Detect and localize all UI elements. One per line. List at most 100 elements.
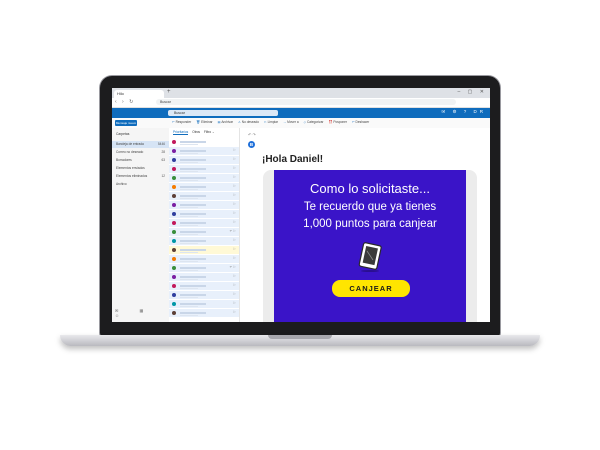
preview-line	[180, 233, 198, 235]
subject-line	[180, 213, 206, 215]
email-greeting: ¡Hola Daniel!	[262, 154, 324, 165]
flag-icon[interactable]: ⚐	[233, 193, 236, 197]
list-item[interactable]: ⚐	[169, 156, 239, 165]
preview-line	[180, 296, 198, 298]
promo-banner: Como lo solicitaste... Te recuerdo que y…	[274, 170, 466, 322]
toolbar-item[interactable]: 🗑 Eliminar	[196, 120, 212, 124]
toolbar-label: Archivar	[221, 120, 234, 124]
list-item[interactable]	[169, 138, 239, 147]
list-item[interactable]: ⚐	[169, 201, 239, 210]
toolbar-label: Limpiar	[267, 120, 279, 124]
window-controls[interactable]: – ▢ ✕	[458, 89, 487, 95]
search-input[interactable]: Buscar	[168, 110, 278, 116]
toolbar-label: No deseado	[241, 120, 259, 124]
list-item[interactable]: ⚐	[169, 255, 239, 264]
nav-icons[interactable]: ‹ › ↻	[115, 99, 135, 105]
flag-icon[interactable]: ⚐	[233, 256, 236, 260]
toolbar-item[interactable]: ◇ Categorizar	[304, 120, 324, 124]
flag-icon[interactable]: ⚐	[233, 184, 236, 188]
laptop-notch	[268, 335, 332, 339]
folders-heading[interactable]: Carpetas	[116, 132, 129, 136]
tab-focused[interactable]: Prioritarios	[173, 130, 189, 135]
flag-icon[interactable]: ⚐	[233, 220, 236, 224]
list-item[interactable]: ⚐	[169, 291, 239, 300]
list-item[interactable]: ⚐	[169, 174, 239, 183]
list-item[interactable]: ⚐	[169, 300, 239, 309]
flag-icon[interactable]: ⚐	[233, 310, 236, 314]
toolbar-item[interactable]: → Mover a	[283, 120, 299, 124]
list-tabs: Prioritarios Otros Filtro ⌄	[173, 130, 215, 135]
list-item[interactable]: ⚐	[169, 192, 239, 201]
list-item[interactable]: ⚐	[169, 273, 239, 282]
redeem-button[interactable]: CANJEAR	[332, 280, 410, 297]
list-item[interactable]: ↶ ⚐	[169, 228, 239, 237]
folder-item[interactable]: Borradores 63	[112, 157, 169, 164]
sender-avatar	[172, 220, 176, 225]
list-item[interactable]: ⚐	[169, 237, 239, 246]
new-message-button[interactable]: Mensaje nuevo	[115, 120, 137, 126]
list-item[interactable]: ↶ ⚐	[169, 264, 239, 273]
toolbar-label: Eliminar	[201, 120, 213, 124]
list-item[interactable]: ⚐	[169, 147, 239, 156]
url-input[interactable]: Buscar	[156, 99, 456, 105]
subject-line	[180, 159, 206, 161]
reading-pane: ↶ ↷ B ¡Hola Daniel! Como lo solicitaste.…	[240, 128, 490, 322]
folder-count: 5446	[157, 142, 165, 146]
folder-label: Elementos enviados	[116, 166, 145, 170]
list-item[interactable]: ⚐	[169, 246, 239, 255]
folder-item[interactable]: Bandeja de entrada 5446	[112, 141, 169, 148]
new-tab-icon[interactable]: +	[167, 89, 171, 95]
flag-icon[interactable]: ⚐	[233, 301, 236, 305]
list-item[interactable]: ⚐	[169, 282, 239, 291]
tab-other[interactable]: Otros	[192, 130, 200, 135]
flag-icon[interactable]: ⚐	[233, 283, 236, 287]
list-item[interactable]: ⚐	[169, 165, 239, 174]
list-item[interactable]: ⚐	[169, 183, 239, 192]
flag-icon[interactable]: ⚐	[233, 247, 236, 251]
flag-icon[interactable]: ⚐	[233, 157, 236, 161]
flag-icon[interactable]: ⚐	[233, 238, 236, 242]
toolbar-item[interactable]: ✂ Limpiar	[264, 120, 278, 124]
folder-item[interactable]: Correo no deseado 28	[112, 149, 169, 156]
preview-line	[180, 161, 198, 163]
browser-tab[interactable]: Hilo	[114, 90, 164, 98]
folder-item[interactable]: Elementos enviados	[112, 165, 169, 172]
toolbar-item[interactable]: ⏰ Posponer	[328, 120, 347, 124]
toolbar-label: Deshacer	[355, 120, 370, 124]
folder-item[interactable]: Elementos eliminados 12	[112, 173, 169, 180]
flag-icon[interactable]: ↶ ⚐	[230, 229, 236, 233]
preview-line	[180, 305, 198, 307]
toolbar-icon: ⚠	[238, 120, 241, 124]
folder-footer-icons[interactable]: ✉ ▦ ☺	[115, 308, 169, 318]
filter-button[interactable]: Filtro ⌄	[204, 130, 215, 135]
list-item[interactable]: ⚐	[169, 219, 239, 228]
folder-item[interactable]: Archivo	[112, 181, 169, 188]
flag-icon[interactable]: ⚐	[233, 274, 236, 278]
flag-icon[interactable]: ⚐	[233, 175, 236, 179]
header-icons[interactable]: ✉ ⚙ ? DR	[441, 109, 486, 115]
list-item[interactable]: ⚐	[169, 309, 239, 318]
preview-line	[180, 278, 198, 280]
list-item[interactable]: ⚐	[169, 210, 239, 219]
flag-icon[interactable]: ⚐	[233, 166, 236, 170]
subject-line	[180, 267, 206, 269]
flag-icon[interactable]: ↶ ⚐	[230, 265, 236, 269]
flag-icon[interactable]: ⚐	[233, 292, 236, 296]
toolbar-item[interactable]: ▤ Archivar	[218, 120, 233, 124]
toolbar-item[interactable]: ⚠ No deseado	[238, 120, 259, 124]
flag-icon[interactable]: ⚐	[233, 211, 236, 215]
reply-icons[interactable]: ↶ ↷	[248, 132, 256, 137]
subject-line	[180, 240, 206, 242]
toolbar-item[interactable]: ↶ Deshacer	[352, 120, 369, 124]
folder-label: Bandeja de entrada	[116, 142, 144, 146]
flag-icon[interactable]: ⚐	[233, 202, 236, 206]
folder-count: 28	[161, 150, 165, 154]
subject-line	[180, 285, 206, 287]
toolbar-icon: ⏰	[328, 120, 333, 124]
flag-icon[interactable]: ⚐	[233, 148, 236, 152]
preview-line	[180, 314, 198, 316]
sender-avatar	[172, 283, 176, 288]
toolbar-item[interactable]: ↶ Responder	[172, 120, 191, 124]
preview-line	[180, 152, 198, 154]
toolbar-label: Posponer	[333, 120, 347, 124]
